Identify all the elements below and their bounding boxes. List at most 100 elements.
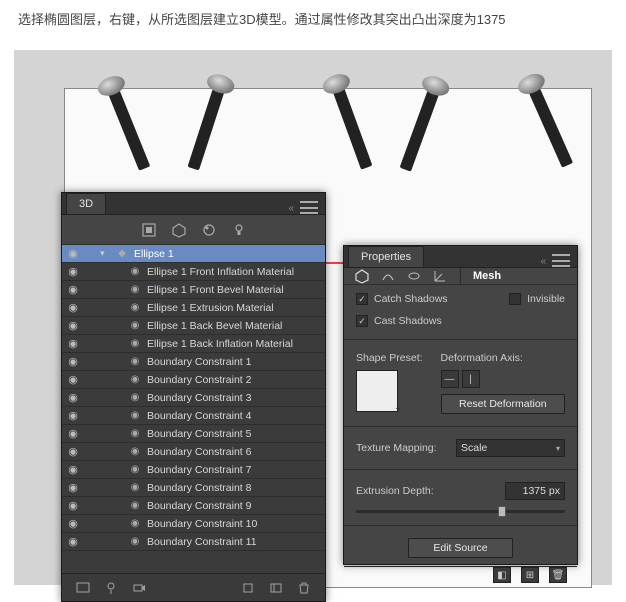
panel-menu-icon[interactable] — [300, 201, 318, 214]
filter-lights-icon[interactable] — [231, 222, 247, 238]
3d-layer-row[interactable]: ◉ ◉ Boundary Constraint 5 — [62, 425, 325, 443]
reset-deformation-button[interactable]: Reset Deformation — [441, 394, 565, 414]
material-icon: ◉ — [128, 338, 142, 349]
3d-layer-row[interactable]: ◉ ◉ Ellipse 1 Front Bevel Material — [62, 281, 325, 299]
texture-mapping-select[interactable]: Scale ▾ — [456, 439, 565, 457]
material-icon: ◉ — [128, 446, 142, 457]
panel-collapse-icon[interactable]: « — [540, 256, 546, 267]
cast-shadows-checkbox[interactable] — [356, 315, 368, 327]
material-icon: ◉ — [128, 518, 142, 529]
3d-layer-row[interactable]: ◉◉Boundary Constraint 4 — [62, 407, 325, 425]
visibility-eye-icon[interactable]: ◉ — [66, 517, 80, 530]
3d-filter-toolbar — [62, 215, 325, 245]
3d-layer-row[interactable]: ◉◉Boundary Constraint 11 — [62, 533, 325, 551]
properties-tab[interactable]: Properties — [348, 246, 424, 267]
visibility-eye-icon[interactable]: ◉ — [66, 319, 80, 332]
layer-label: Boundary Constraint 1 — [147, 356, 251, 368]
new-light-icon[interactable] — [104, 581, 118, 595]
cast-shadows-label: Cast Shadows — [374, 315, 442, 327]
disclosure-arrow-icon[interactable]: ▾ — [100, 248, 110, 259]
trash-icon[interactable] — [297, 581, 311, 595]
visibility-eye-icon[interactable]: ◉ — [66, 391, 80, 404]
3d-panel-tabbar: 3D « — [62, 193, 325, 215]
3d-layer-row[interactable]: ◉◉Ellipse 1 Extrusion Material — [62, 299, 325, 317]
panel-menu-icon[interactable] — [552, 254, 570, 267]
material-icon: ◉ — [128, 428, 142, 439]
filter-scene-icon[interactable] — [141, 222, 157, 238]
render-icon[interactable] — [76, 581, 90, 595]
panel-collapse-icon[interactable]: « — [288, 203, 294, 214]
properties-tabbar: Properties « — [344, 246, 577, 268]
material-icon: ◉ — [128, 536, 142, 547]
mesh-mode-icon[interactable] — [354, 268, 370, 284]
canvas: 3D « ◉▾◆Ellipse 1◉◉Ellipse 1 Front Infla… — [14, 50, 612, 585]
extrusion-depth-input[interactable]: 1375 px — [505, 482, 565, 500]
edit-source-button[interactable]: Edit Source — [408, 538, 512, 558]
deform-mode-icon[interactable] — [380, 268, 396, 284]
extrusion-depth-slider[interactable] — [356, 510, 565, 513]
3d-layer-row[interactable]: ◉◉Boundary Constraint 2 — [62, 371, 325, 389]
filter-meshes-icon[interactable] — [171, 222, 187, 238]
properties-mode-label: Mesh — [473, 270, 501, 282]
visibility-eye-icon[interactable]: ◉ — [66, 481, 80, 494]
properties-mode-bar: Mesh — [344, 268, 577, 285]
visibility-eye-icon[interactable]: ◉ — [66, 247, 80, 260]
invisible-checkbox[interactable] — [509, 293, 521, 305]
trash-icon[interactable]: 🗑 — [549, 567, 567, 583]
layer-label: Ellipse 1 Back Inflation Material — [147, 338, 293, 350]
texture-mapping-value: Scale — [461, 442, 487, 454]
material-icon: ◉ — [128, 284, 142, 295]
axis-y-button[interactable]: | — [462, 370, 480, 388]
visibility-eye-icon[interactable]: ◉ — [66, 445, 80, 458]
add-icon[interactable] — [241, 581, 255, 595]
3d-layer-row[interactable]: ◉◉Boundary Constraint 10 — [62, 515, 325, 533]
new-camera-icon[interactable] — [132, 581, 146, 595]
3d-layer-row[interactable]: ◉◉Boundary Constraint 1 — [62, 353, 325, 371]
shape-preset-picker[interactable]: ▾ — [356, 370, 398, 412]
new-object-icon[interactable] — [269, 581, 283, 595]
3d-panel-tab[interactable]: 3D — [66, 193, 106, 214]
3d-layer-row[interactable]: ◉▾◆Ellipse 1 — [62, 245, 325, 263]
filter-materials-icon[interactable] — [201, 222, 217, 238]
visibility-eye-icon[interactable]: ◉ — [66, 427, 80, 440]
visibility-eye-icon[interactable]: ◉ — [66, 409, 80, 422]
visibility-eye-icon[interactable]: ◉ — [66, 373, 80, 386]
axis-widget-icon[interactable]: ⊞ — [521, 567, 539, 583]
coords-mode-icon[interactable] — [432, 268, 448, 284]
layer-label: Ellipse 1 — [134, 248, 174, 260]
cap-mode-icon[interactable] — [406, 268, 422, 284]
invisible-label: Invisible — [527, 293, 565, 305]
3d-layer-row[interactable]: ◉◉Boundary Constraint 6 — [62, 443, 325, 461]
visibility-eye-icon[interactable]: ◉ — [66, 265, 80, 278]
visibility-eye-icon[interactable]: ◉ — [66, 337, 80, 350]
chevron-down-icon: ▾ — [556, 444, 560, 453]
visibility-eye-icon[interactable]: ◉ — [66, 463, 80, 476]
axis-x-button[interactable]: — — [441, 370, 459, 388]
cylinder-shape — [330, 81, 372, 170]
3d-layer-row[interactable]: ◉◉Boundary Constraint 3 — [62, 389, 325, 407]
3d-layer-row[interactable]: ◉◉Ellipse 1 Front Inflation Material — [62, 263, 325, 281]
material-icon: ◉ — [128, 410, 142, 421]
visibility-eye-icon[interactable]: ◉ — [66, 499, 80, 512]
texture-mapping-label: Texture Mapping: — [356, 442, 448, 454]
3d-layer-row[interactable]: ◉◉Boundary Constraint 7 — [62, 461, 325, 479]
catch-shadows-checkbox[interactable] — [356, 293, 368, 305]
3d-layer-row[interactable]: ◉◉Boundary Constraint 8 — [62, 479, 325, 497]
render-settings-icon[interactable]: ◧ — [493, 567, 511, 583]
3d-layer-row[interactable]: ◉◉Ellipse 1 Back Bevel Material — [62, 317, 325, 335]
material-icon: ◉ — [128, 464, 142, 475]
layer-label: Ellipse 1 Front Bevel Material — [147, 284, 284, 296]
material-icon: ◉ — [128, 482, 142, 493]
layer-label: Boundary Constraint 5 — [147, 428, 251, 440]
visibility-eye-icon[interactable]: ◉ — [66, 535, 80, 548]
layer-label: Ellipse 1 Extrusion Material — [147, 302, 274, 314]
visibility-eye-icon[interactable]: ◉ — [66, 283, 80, 296]
visibility-eye-icon[interactable]: ◉ — [66, 355, 80, 368]
3d-panel: 3D « ◉▾◆Ellipse 1◉◉Ellipse 1 Front Infla… — [61, 192, 326, 602]
3d-layer-row[interactable]: ◉◉Boundary Constraint 9 — [62, 497, 325, 515]
visibility-eye-icon[interactable]: ◉ — [66, 301, 80, 314]
cylinder-shape — [187, 81, 226, 170]
3d-layer-list[interactable]: ◉▾◆Ellipse 1◉◉Ellipse 1 Front Inflation … — [62, 245, 325, 573]
3d-layer-row[interactable]: ◉ ◉ Ellipse 1 Back Inflation Material — [62, 335, 325, 353]
material-icon: ◉ — [128, 500, 142, 511]
